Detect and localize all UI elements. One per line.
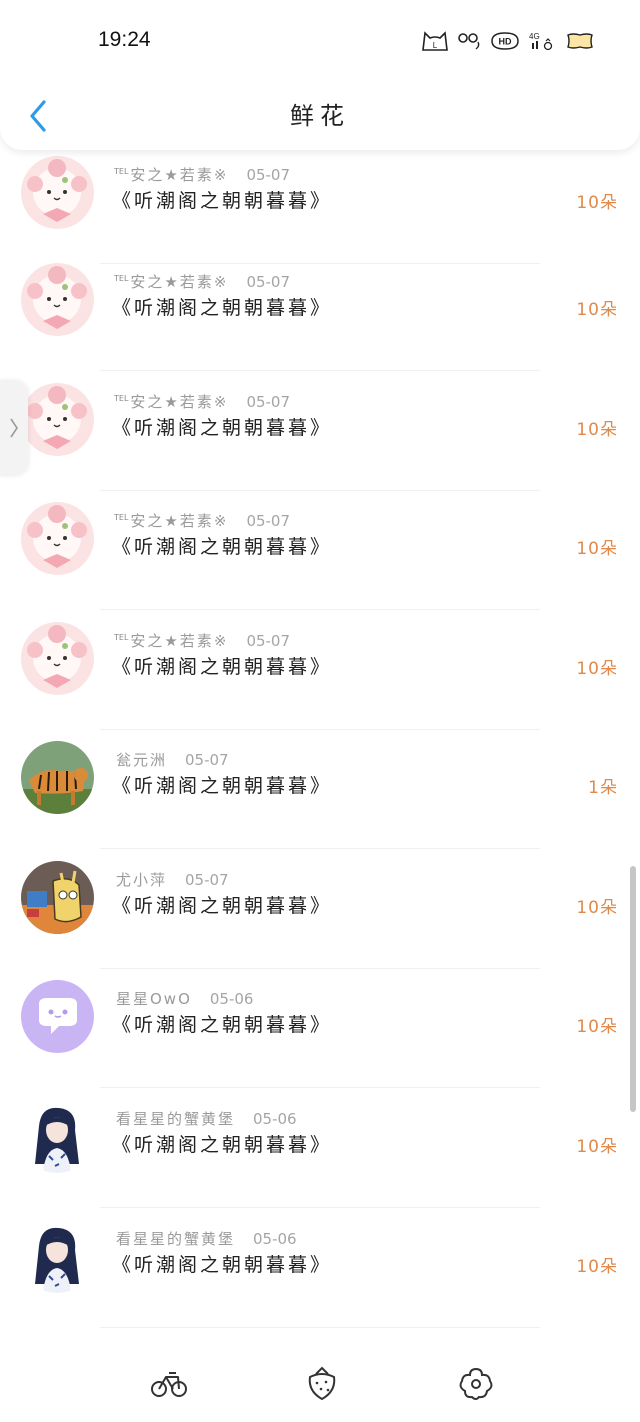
avatar[interactable] — [21, 741, 94, 814]
list-item[interactable]: TEL 安之★若素※ 05-07 《听潮阁之朝朝暮暮》 10朵 — [0, 490, 640, 610]
top-header: 19:24 L HD 4G 鲜花 — [0, 0, 640, 150]
list-item[interactable]: 尤小萍 05-07 《听潮阁之朝朝暮暮》 10朵 — [0, 849, 640, 969]
avatar[interactable] — [21, 156, 94, 229]
avatar[interactable] — [21, 383, 94, 456]
avatar[interactable] — [21, 1100, 94, 1173]
date: 05-07 — [185, 751, 229, 769]
work-title[interactable]: 《听潮阁之朝朝暮暮》 — [112, 413, 332, 440]
date: 05-07 — [246, 512, 291, 530]
avatar[interactable] — [21, 622, 94, 695]
avatar-image — [21, 1100, 94, 1173]
username[interactable]: 安之★若素※ — [130, 273, 228, 291]
avatar[interactable] — [21, 502, 94, 575]
work-title[interactable]: 《听潮阁之朝朝暮暮》 — [112, 532, 332, 559]
avatar-image — [21, 980, 94, 1053]
date: 05-06 — [209, 990, 254, 1008]
tel-badge: TEL — [114, 513, 129, 522]
username[interactable]: 安之★若素※ — [130, 632, 228, 650]
list-item[interactable]: TEL 安之★若素※ 05-07 《听潮阁之朝朝暮暮》 10朵 — [0, 251, 640, 371]
list-item[interactable]: 看星星的蟹黄堡 05-06 《听潮阁之朝朝暮暮》 10朵 — [0, 1208, 640, 1328]
tel-badge: TEL — [114, 633, 129, 642]
username[interactable]: 看星星的蟹黄堡 — [116, 1230, 235, 1248]
signal-icon: 4G — [529, 32, 553, 51]
tel-badge: TEL — [114, 394, 129, 403]
flower-count: 10朵 — [576, 420, 618, 440]
avatar[interactable] — [21, 861, 94, 934]
work-title[interactable]: 《听潮阁之朝朝暮暮》 — [112, 1250, 332, 1277]
list-item[interactable]: TEL 安之★若素※ 05-07 《听潮阁之朝朝暮暮》 10朵 — [0, 371, 640, 491]
username[interactable]: 尤小萍 — [116, 871, 167, 889]
username[interactable]: 看星星的蟹黄堡 — [116, 1110, 235, 1128]
scrollbar[interactable] — [630, 866, 636, 1112]
avatar-image — [21, 622, 94, 695]
list-item[interactable]: 星星OwO 05-06 《听潮阁之朝朝暮暮》 10朵 — [0, 968, 640, 1088]
list-item[interactable]: 瓮元洲 05-07 《听潮阁之朝朝暮暮》 1朵 — [0, 729, 640, 849]
username[interactable]: 安之★若素※ — [130, 166, 228, 184]
username[interactable]: 安之★若素※ — [130, 512, 228, 530]
flower-count: 10朵 — [576, 300, 618, 320]
flower-count: 1朵 — [588, 778, 618, 798]
status-icons: L HD 4G — [420, 27, 596, 55]
flower-count: 10朵 — [576, 1257, 618, 1277]
flower-count: 10朵 — [576, 193, 618, 213]
avatar-image — [21, 1220, 94, 1293]
work-title[interactable]: 《听潮阁之朝朝暮暮》 — [112, 771, 332, 798]
avatar[interactable] — [21, 263, 94, 336]
flower-count: 10朵 — [576, 659, 618, 679]
avatar-image — [21, 502, 94, 575]
work-title[interactable]: 《听潮阁之朝朝暮暮》 — [112, 1010, 332, 1037]
avatar-image — [21, 383, 94, 456]
date: 05-07 — [246, 273, 291, 291]
avatar[interactable] — [21, 1220, 94, 1293]
flower-count: 10朵 — [576, 539, 618, 559]
work-title[interactable]: 《听潮阁之朝朝暮暮》 — [112, 293, 332, 320]
avatar-image — [21, 861, 94, 934]
link-icon — [458, 33, 480, 50]
avatar-image — [21, 741, 94, 814]
status-time: 19:24 — [98, 28, 151, 51]
battery-icon — [567, 33, 593, 49]
chevron-right-icon — [10, 418, 18, 438]
svg-text:HD: HD — [499, 37, 512, 47]
avatar[interactable] — [21, 980, 94, 1053]
flower-count: 10朵 — [576, 898, 618, 918]
username[interactable]: 瓮元洲 — [116, 751, 167, 769]
svg-text:4G: 4G — [529, 32, 540, 41]
work-title[interactable]: 《听潮阁之朝朝暮暮》 — [112, 186, 332, 213]
flower-list: TEL 安之★若素※ 05-07 《听潮阁之朝朝暮暮》 10朵 TEL 安之★若素※ 0… — [0, 0, 640, 1422]
flower-count: 10朵 — [576, 1137, 618, 1157]
date: 05-06 — [253, 1230, 297, 1248]
side-drawer-handle[interactable] — [0, 380, 28, 476]
date: 05-07 — [185, 871, 229, 889]
cat-icon: L — [422, 31, 448, 51]
flower-count: 10朵 — [576, 1017, 618, 1037]
work-title[interactable]: 《听潮阁之朝朝暮暮》 — [112, 1130, 332, 1157]
work-title[interactable]: 《听潮阁之朝朝暮暮》 — [112, 891, 332, 918]
work-title[interactable]: 《听潮阁之朝朝暮暮》 — [112, 652, 332, 679]
strawberry-icon[interactable] — [302, 1363, 342, 1403]
flower-icon[interactable] — [456, 1363, 496, 1403]
tel-badge: TEL — [114, 167, 129, 176]
bicycle-icon[interactable] — [149, 1363, 189, 1403]
avatar-image — [21, 156, 94, 229]
list-item[interactable]: 看星星的蟹黄堡 05-06 《听潮阁之朝朝暮暮》 10朵 — [0, 1088, 640, 1208]
bottom-toolbar — [0, 1343, 640, 1422]
date: 05-07 — [246, 632, 291, 650]
username[interactable]: 安之★若素※ — [130, 393, 228, 411]
list-item[interactable]: TEL 安之★若素※ 05-07 《听潮阁之朝朝暮暮》 10朵 — [0, 610, 640, 730]
username[interactable]: 星星OwO — [116, 990, 192, 1008]
list-item[interactable]: TEL 安之★若素※ 05-07 《听潮阁之朝朝暮暮》 10朵 — [0, 144, 640, 264]
date: 05-07 — [246, 393, 291, 411]
date: 05-06 — [253, 1110, 297, 1128]
svg-text:L: L — [433, 41, 438, 50]
page-title: 鲜花 — [290, 102, 350, 130]
divider — [100, 1327, 540, 1328]
hd-icon: HD — [491, 32, 519, 50]
tel-badge: TEL — [114, 274, 129, 283]
date: 05-07 — [246, 166, 291, 184]
avatar-image — [21, 263, 94, 336]
